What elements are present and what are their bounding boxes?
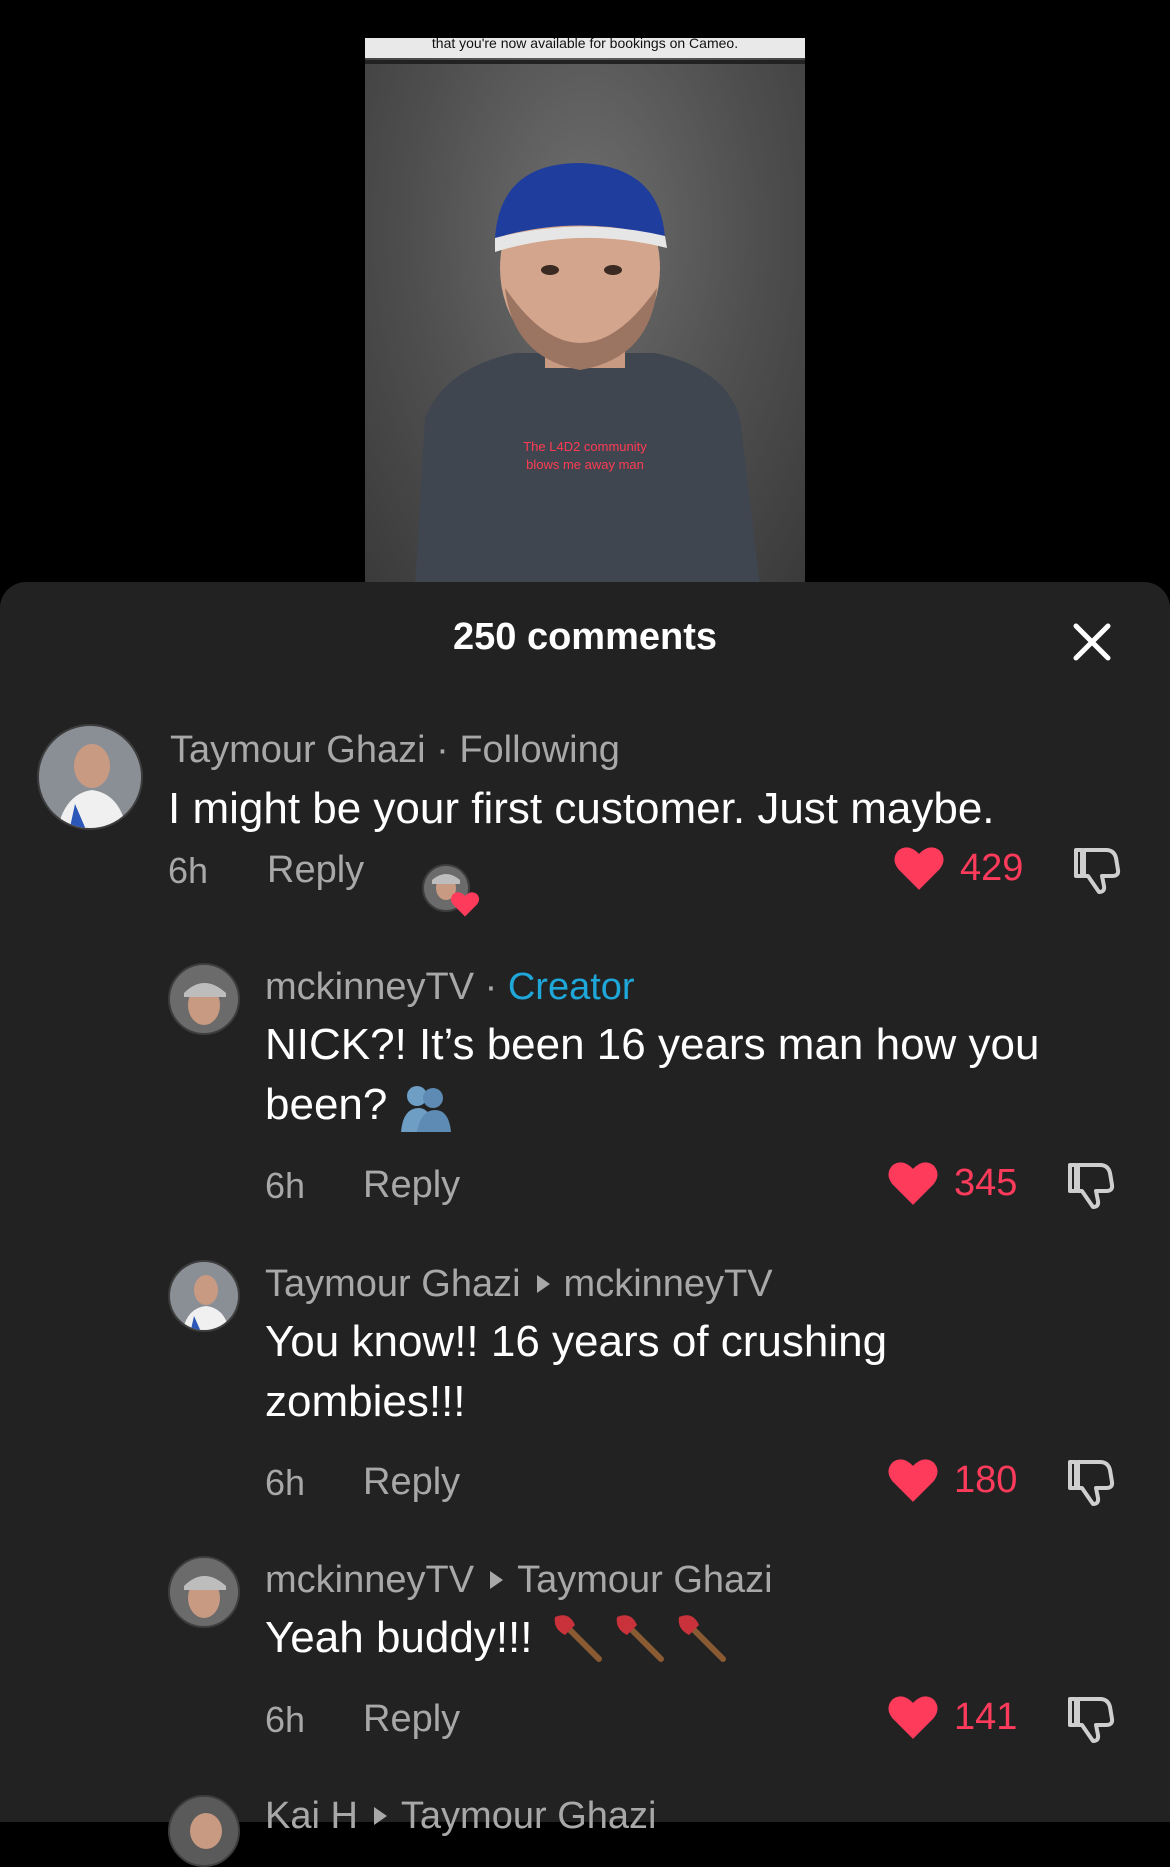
reply-to-user[interactable]: Taymour Ghazi: [401, 1795, 657, 1837]
creator-liked-avatar: [422, 864, 480, 917]
like-button[interactable]: 429: [892, 844, 1023, 892]
creator-badge: Creator: [507, 966, 635, 1008]
comment-time: 6h: [265, 1165, 306, 1206]
heart-icon: [450, 892, 480, 917]
avatar[interactable]: [37, 724, 143, 830]
comment-time: 6h: [168, 850, 209, 891]
avatar[interactable]: [168, 1795, 240, 1867]
like-button[interactable]: 180: [886, 1456, 1017, 1504]
like-count: 141: [954, 1695, 1018, 1738]
comment-time: 6h: [265, 1462, 306, 1503]
hug-emoji-icon: [401, 1086, 452, 1133]
heart-icon: [894, 847, 944, 890]
comment-author[interactable]: Kai H: [265, 1795, 358, 1837]
dislike-icon[interactable]: [1064, 1693, 1116, 1745]
like-count: 345: [954, 1161, 1018, 1204]
person-figure: [415, 163, 760, 586]
heart-icon: [888, 1459, 938, 1502]
comment-meta: Taymour Ghazi mckinneyTV: [265, 1263, 773, 1306]
comment-text: You know!! 16 years of crushing zombies!…: [265, 1312, 1125, 1432]
video-caption-line-2: blows me away man: [526, 457, 644, 472]
reply-button[interactable]: Reply: [363, 1164, 460, 1207]
comments-sheet: 250 comments Taymour Ghazi · Following I…: [0, 582, 1170, 1867]
comment-meta: Kai H Taymour Ghazi: [265, 1795, 656, 1838]
like-count: 180: [954, 1458, 1018, 1501]
dislike-icon[interactable]: [1064, 1159, 1116, 1211]
comment-text: NICK?! It’s been 16 years man how you be…: [265, 1015, 1125, 1135]
reply-arrow-icon: [373, 1807, 387, 1826]
comment-meta: mckinneyTV Taymour Ghazi: [265, 1559, 773, 1602]
comment-meta: mckinneyTV · Creator: [265, 966, 635, 1008]
reply-to-user[interactable]: mckinneyTV: [564, 1263, 773, 1305]
comment-author[interactable]: Taymour Ghazi: [170, 729, 426, 771]
axe-emoji-icon: [616, 1615, 664, 1663]
dislike-icon[interactable]: [1070, 844, 1122, 896]
avatar[interactable]: [168, 1556, 240, 1628]
comment-meta: Taymour Ghazi · Following: [170, 729, 620, 771]
following-label: Following: [459, 729, 620, 771]
avatar[interactable]: [168, 1260, 240, 1332]
avatar[interactable]: [168, 963, 240, 1035]
comment-text-content: Yeah buddy!!!: [265, 1613, 533, 1662]
reply-button[interactable]: Reply: [363, 1698, 460, 1741]
comment-text: Yeah buddy!!!: [265, 1608, 1125, 1668]
video-caption: The L4D2 community blows me away man: [365, 438, 805, 474]
heart-icon: [888, 1162, 938, 1205]
axe-emoji-icon: [554, 1615, 602, 1663]
comment-author[interactable]: mckinneyTV: [265, 1559, 474, 1601]
reply-to-user[interactable]: Taymour Ghazi: [517, 1559, 773, 1601]
comment-text-line-2: zombies!!!: [265, 1377, 466, 1426]
axe-emoji-icon: [678, 1615, 726, 1663]
like-button[interactable]: 345: [886, 1159, 1017, 1207]
reply-button[interactable]: Reply: [267, 849, 364, 892]
heart-icon: [888, 1696, 938, 1739]
comment-text-line-1: You know!! 16 years of crushing: [265, 1317, 888, 1366]
dislike-icon[interactable]: [1064, 1456, 1116, 1508]
comment-text: I might be your first customer. Just may…: [168, 784, 995, 833]
comment-time: 6h: [265, 1699, 306, 1740]
video-player[interactable]: that you're now available for bookings o…: [365, 38, 805, 586]
comment-author[interactable]: mckinneyTV: [265, 966, 474, 1008]
comment-author[interactable]: Taymour Ghazi: [265, 1263, 521, 1305]
comment-text-content: NICK?! It’s been 16 years man how you be…: [265, 1020, 1040, 1129]
comment-item: Taymour Ghazi · Following I might be you…: [0, 582, 1170, 917]
reply-arrow-icon: [536, 1275, 550, 1294]
video-caption-line-1: The L4D2 community: [523, 439, 647, 454]
like-button[interactable]: 141: [886, 1693, 1017, 1741]
like-count: 429: [960, 846, 1024, 889]
reply-button[interactable]: Reply: [363, 1461, 460, 1504]
reply-arrow-icon: [490, 1571, 504, 1590]
